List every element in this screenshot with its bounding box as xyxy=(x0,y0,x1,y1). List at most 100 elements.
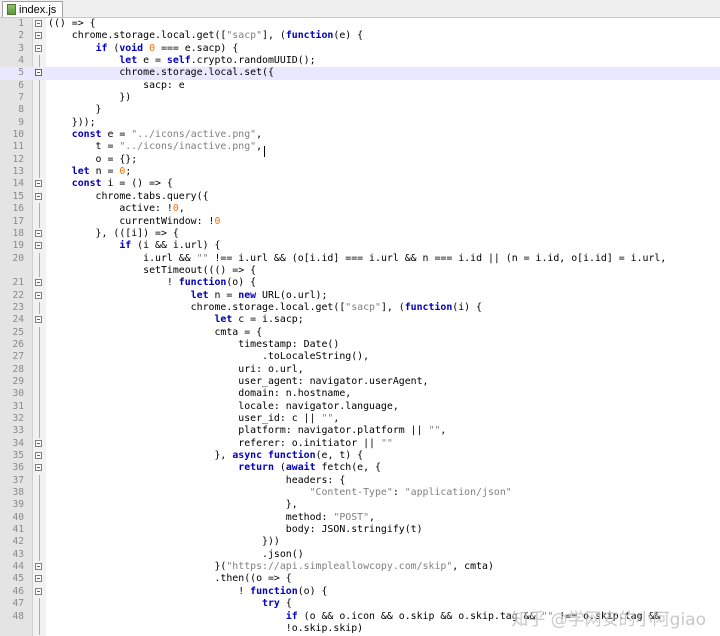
fold-toggle-icon[interactable] xyxy=(35,464,42,472)
code-line[interactable]: 15 chrome.tabs.query({ xyxy=(0,191,720,203)
code-line[interactable]: 9 })); xyxy=(0,116,720,130)
code-line[interactable]: 4 let e = self.crypto.randomUUID(); xyxy=(0,55,720,68)
code-line[interactable]: 31 locale: navigator.language, xyxy=(0,400,720,413)
code-editor[interactable]: 1(() => {2 chrome.storage.local.get(["sa… xyxy=(0,18,720,636)
line-number: 30 xyxy=(12,388,24,400)
editor-tab-bar: index.js xyxy=(0,0,720,18)
code-text: headers: { xyxy=(48,474,346,486)
code-line[interactable]: 10 const e = "../icons/active.png", xyxy=(0,129,720,142)
code-line[interactable]: 22 let n = new URL(o.url); xyxy=(0,290,720,302)
line-number: 19 xyxy=(12,240,24,252)
fold-toggle-icon[interactable] xyxy=(35,229,42,237)
code-line[interactable]: 37 headers: { xyxy=(0,474,720,488)
code-line[interactable]: 32 user_id: c || "", xyxy=(0,413,720,426)
code-text: chrome.tabs.query({ xyxy=(48,190,209,202)
line-number: 37 xyxy=(12,474,24,486)
code-line[interactable]: 41 body: JSON.stringify(t) xyxy=(0,524,720,537)
fold-line xyxy=(39,499,40,512)
code-line[interactable]: 1 (() => { xyxy=(0,18,720,30)
code-line[interactable]: 43 .json() xyxy=(0,548,720,562)
code-line[interactable]: 20 i.url && "" !== i.url && (o[i.id] ===… xyxy=(0,252,720,265)
fold-line xyxy=(39,598,40,611)
code-text: }) xyxy=(48,92,132,104)
line-number: 41 xyxy=(12,524,24,536)
fold-toggle-icon[interactable] xyxy=(35,44,42,52)
code-text: cmta = { xyxy=(48,326,263,338)
code-text: active: !0, xyxy=(48,203,185,215)
fold-toggle-icon[interactable] xyxy=(35,180,42,188)
fold-line xyxy=(39,141,40,154)
code-line[interactable]: 24 let c = i.sacp; xyxy=(0,314,720,326)
fold-line xyxy=(39,215,40,228)
code-line[interactable]: 33 platform: navigator.platform || "", xyxy=(0,425,720,438)
code-line[interactable]: 38 "Content-Type": "application/json" xyxy=(0,487,720,500)
code-line[interactable]: setTimeout((() => { xyxy=(0,264,720,278)
code-text: o = {}; xyxy=(48,153,138,165)
fold-toggle-icon[interactable] xyxy=(35,20,42,27)
fold-toggle-icon[interactable] xyxy=(35,587,42,595)
line-number: 29 xyxy=(12,375,24,387)
code-line[interactable]: 3 if (void 0 === e.sacp) { xyxy=(0,43,720,55)
line-number: 6 xyxy=(18,79,24,91)
fold-line xyxy=(39,153,40,167)
fold-toggle-icon[interactable] xyxy=(35,32,42,40)
line-number: 33 xyxy=(12,425,24,437)
code-line[interactable]: 12 o = {}; xyxy=(0,153,720,167)
fold-line xyxy=(39,129,40,142)
fold-toggle-icon[interactable] xyxy=(35,563,42,571)
fold-toggle-icon[interactable] xyxy=(35,439,42,447)
code-line[interactable]: 13 let n = 0; xyxy=(0,166,720,179)
line-number: 1 xyxy=(18,18,24,29)
code-line[interactable]: 27 .toLocaleString(), xyxy=(0,351,720,364)
code-line[interactable]: 7 }) xyxy=(0,92,720,105)
code-text: chrome.storage.local.set({ xyxy=(48,67,274,79)
fold-line xyxy=(39,92,40,105)
fold-line xyxy=(39,166,40,179)
code-text: }, (([i]) => { xyxy=(48,227,179,239)
code-line[interactable]: 30 domain: n.hostname, xyxy=(0,388,720,401)
code-line[interactable]: 28 uri: o.url, xyxy=(0,363,720,376)
code-text: timestamp: Date() xyxy=(48,338,340,350)
code-line[interactable]: 14 const i = () => { xyxy=(0,178,720,190)
code-line[interactable]: 21 ! function(o) { xyxy=(0,277,720,289)
fold-toggle-icon[interactable] xyxy=(35,279,42,287)
fold-line xyxy=(39,116,40,130)
fold-toggle-icon[interactable] xyxy=(35,316,42,324)
code-line[interactable]: 18 }, (([i]) => { xyxy=(0,228,720,240)
fold-toggle-icon[interactable] xyxy=(35,242,42,250)
code-line[interactable]: 5 chrome.storage.local.set({ xyxy=(0,67,720,80)
code-line[interactable]: 19 if (i && i.url) { xyxy=(0,240,720,252)
code-line[interactable]: 40 method: "POST", xyxy=(0,511,720,525)
code-area[interactable]: 1(() => {2 chrome.storage.local.get(["sa… xyxy=(0,18,720,636)
fold-toggle-icon[interactable] xyxy=(35,291,42,299)
watermark: 知乎 @学网安的小阿giao xyxy=(511,610,706,630)
code-line[interactable]: 17 currentWindow: !0 xyxy=(0,215,720,228)
code-line[interactable]: 34 referer: o.initiator || "" xyxy=(0,438,720,450)
code-line[interactable]: 2 chrome.storage.local.get(["sacp"], (fu… xyxy=(0,30,720,42)
fold-toggle-icon[interactable] xyxy=(35,575,42,583)
code-line[interactable]: 23 chrome.storage.local.get(["sacp"], (f… xyxy=(0,301,720,315)
tab-index-js[interactable]: index.js xyxy=(2,1,64,17)
code-line[interactable]: 39 }, xyxy=(0,499,720,512)
fold-line xyxy=(39,326,40,339)
fold-toggle-icon[interactable] xyxy=(35,192,42,200)
code-line[interactable]: 46 ! function(o) { xyxy=(0,586,720,598)
code-line[interactable]: 44 }("https://api.simpleallowcopy.com/sk… xyxy=(0,561,720,573)
line-number: 25 xyxy=(12,326,24,338)
code-line[interactable]: 11 t = "../icons/inactive.png", xyxy=(0,141,720,154)
code-line[interactable]: 42 })) xyxy=(0,536,720,549)
code-line[interactable]: 6 sacp: e xyxy=(0,79,720,93)
code-line[interactable]: 8 } xyxy=(0,104,720,117)
code-line[interactable]: 16 active: !0, xyxy=(0,203,720,216)
code-line[interactable]: 29 user_agent: navigator.userAgent, xyxy=(0,375,720,389)
code-line[interactable]: 25 cmta = { xyxy=(0,326,720,339)
line-number: 34 xyxy=(12,437,24,449)
fold-line xyxy=(39,375,40,389)
code-line[interactable]: 35 }, async function(e, t) { xyxy=(0,450,720,462)
code-line[interactable]: 45 .then((o => { xyxy=(0,573,720,585)
fold-toggle-icon[interactable] xyxy=(35,452,42,460)
line-number: 12 xyxy=(12,153,24,165)
fold-toggle-icon[interactable] xyxy=(35,69,42,77)
code-line[interactable]: 36 return (await fetch(e, { xyxy=(0,462,720,474)
code-line[interactable]: 26 timestamp: Date() xyxy=(0,338,720,352)
